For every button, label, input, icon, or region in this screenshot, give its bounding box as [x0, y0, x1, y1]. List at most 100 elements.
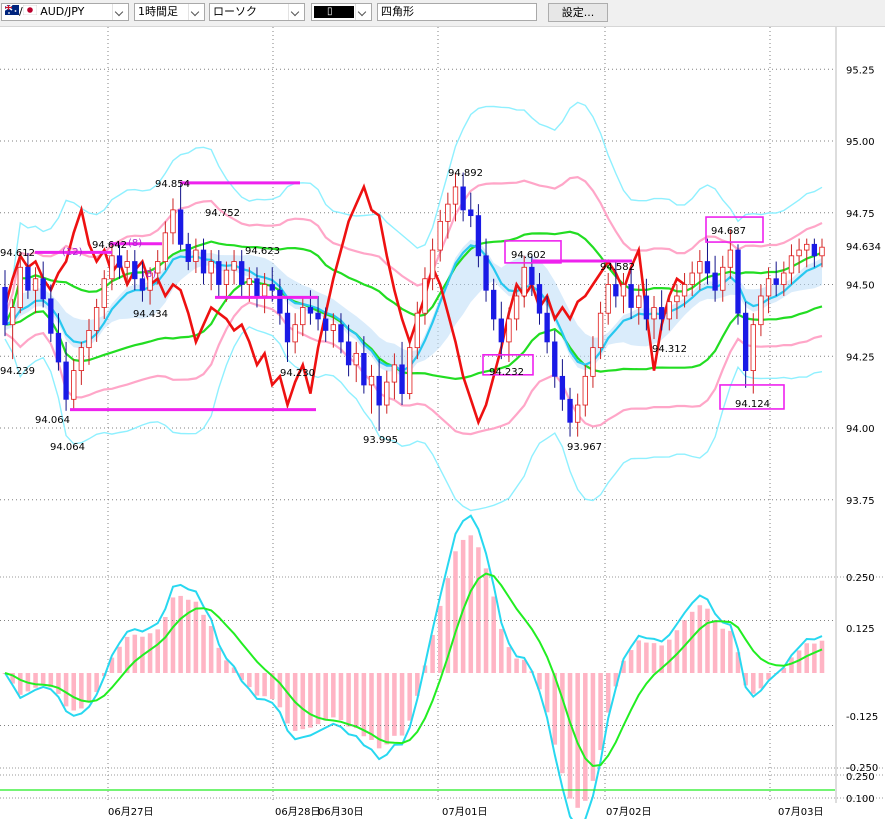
- oscillator-tick-label: 0.100: [846, 794, 875, 805]
- candle-body: [727, 249, 734, 268]
- candle-body: [704, 261, 711, 274]
- macd-histogram-bar: [476, 547, 481, 673]
- macd-histogram-bar: [567, 673, 573, 799]
- cursor-glyph-icon: ▯: [327, 6, 333, 17]
- candle-body: [124, 261, 130, 268]
- macd-histogram-bar: [262, 673, 267, 697]
- macd-histogram-bar: [254, 673, 260, 696]
- chevron-down-icon[interactable]: [288, 4, 304, 20]
- candle-body: [498, 318, 504, 343]
- candle-body: [742, 312, 749, 372]
- macd-histogram-bar: [208, 626, 214, 673]
- candle-body: [643, 295, 650, 320]
- price-label: 94.232: [489, 367, 524, 378]
- candle-body: [620, 284, 627, 297]
- macd-histogram-bar: [437, 605, 443, 673]
- candle-body: [491, 289, 497, 320]
- macd-histogram-bar: [117, 646, 122, 673]
- candle-body: [513, 295, 520, 320]
- price-tick-label: 94.50: [846, 281, 875, 292]
- candle-body: [773, 278, 779, 285]
- price-label: 94.312: [652, 344, 687, 355]
- macd-histogram-bar: [201, 614, 206, 673]
- candle-body: [475, 215, 482, 257]
- price-label: 93.967: [567, 442, 602, 453]
- price-tick-label: 94.25: [846, 352, 875, 363]
- price-label: 94.230: [280, 368, 315, 379]
- candle-body: [216, 261, 222, 285]
- chevron-down-icon[interactable]: [188, 4, 204, 20]
- macd-histogram-bar: [407, 673, 412, 721]
- candle-body: [819, 246, 825, 257]
- macd-histogram-bar: [170, 597, 176, 673]
- macd-histogram-bar: [804, 643, 809, 673]
- price-label: 94.124: [735, 399, 770, 410]
- chevron-down-icon[interactable]: [112, 4, 128, 20]
- candle-body: [239, 261, 245, 285]
- symbol-label: AUD/JPY: [40, 5, 85, 18]
- macd-histogram-bar: [705, 608, 710, 673]
- candle-body: [254, 278, 260, 297]
- candle-body: [468, 209, 474, 217]
- macd-histogram-bar: [384, 673, 390, 745]
- oscillator-tick-label: 0.125: [846, 624, 875, 635]
- candle-body: [689, 272, 695, 285]
- candle-body: [284, 312, 291, 343]
- macd-histogram-bar: [185, 599, 191, 673]
- candle-body: [735, 249, 741, 314]
- chart-canvas[interactable]: 94.854 94.892 94.752 94.642 94.612 94.623 94.4…: [0, 27, 885, 819]
- price-tick-label: 95.25: [846, 65, 875, 76]
- candle-body: [269, 284, 275, 291]
- macd-histogram-bar: [560, 673, 565, 774]
- candle-body: [811, 243, 818, 257]
- macd-histogram-bar: [132, 634, 138, 673]
- macd-histogram-bar: [819, 640, 825, 673]
- aud-flag-icon: [4, 4, 19, 20]
- price-label: 94.239: [0, 366, 35, 377]
- chevron-down-icon[interactable]: [355, 4, 371, 20]
- candle-body: [300, 307, 306, 326]
- macd-histogram-bar: [163, 616, 168, 673]
- macd-histogram-bar: [506, 647, 512, 673]
- candle-body: [544, 312, 550, 343]
- candle-body: [796, 249, 802, 257]
- candle-body: [804, 243, 810, 251]
- draw-shape-field[interactable]: 四角形: [377, 3, 537, 21]
- timeframe-select[interactable]: 1時間足: [134, 3, 205, 21]
- candle-body: [162, 232, 169, 262]
- draw-color-select[interactable]: ▯: [311, 3, 372, 21]
- price-label: 94.582: [600, 262, 635, 273]
- candle-body: [582, 375, 588, 406]
- macd-histogram-bar: [628, 650, 634, 673]
- candle-body: [636, 295, 642, 308]
- macd-histogram-bar: [812, 643, 817, 673]
- candle-body: [200, 249, 207, 274]
- chart-style-select[interactable]: ローソク: [209, 3, 305, 21]
- candle-body: [658, 307, 665, 320]
- candle-body: [330, 324, 336, 331]
- macd-histogram-bar: [247, 673, 252, 688]
- candle-body: [407, 347, 413, 394]
- candle-body: [628, 284, 634, 308]
- price-label: 93.995: [363, 435, 398, 446]
- settings-button[interactable]: 設定...: [548, 3, 608, 22]
- macd-histogram-bar: [300, 673, 306, 730]
- macd-panel: [0, 514, 835, 819]
- candle-body: [17, 266, 23, 308]
- candle-body: [116, 255, 123, 268]
- symbol-select[interactable]: / AUD/JPY: [1, 3, 129, 21]
- macd-histogram-bar: [720, 628, 726, 673]
- price-tick-label: 93.75: [846, 496, 875, 507]
- candle-body: [323, 318, 329, 331]
- candle-body: [292, 324, 298, 343]
- macd-histogram-bar: [583, 673, 588, 801]
- macd-histogram-bar: [751, 673, 756, 694]
- macd-histogram-bar: [392, 673, 397, 736]
- candle-body: [651, 307, 657, 320]
- macd-histogram-bar: [308, 673, 313, 728]
- macd-histogram-bar: [598, 673, 603, 751]
- macd-histogram-bar: [453, 551, 458, 673]
- candle-body: [9, 307, 16, 326]
- candle-body: [223, 269, 230, 285]
- candle-body: [452, 186, 459, 205]
